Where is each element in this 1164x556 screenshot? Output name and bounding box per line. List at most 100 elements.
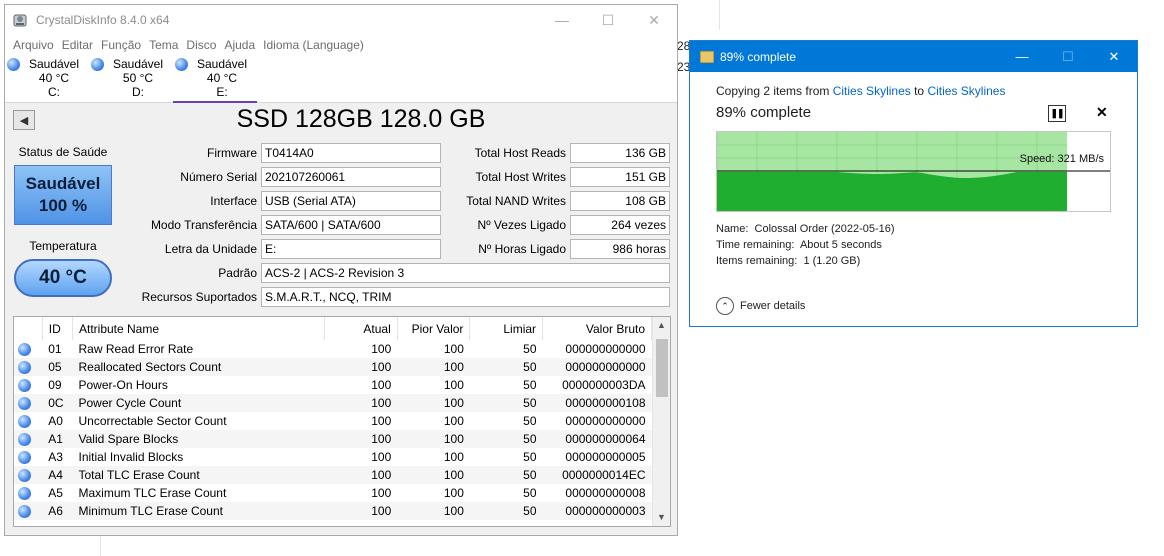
- column-header-atual[interactable]: Atual: [324, 317, 398, 340]
- row-status-cell: [14, 484, 42, 502]
- column-header-id[interactable]: ID: [42, 317, 73, 340]
- table-row[interactable]: A0 Uncorrectable Sector Count 100 100 50 0000…: [14, 412, 652, 430]
- row-status-cell: [14, 412, 42, 430]
- cell-id: A3: [48, 450, 63, 464]
- column-header-pior-valor[interactable]: Pior Valor: [397, 317, 471, 340]
- menu-idioma[interactable]: Idioma (Language): [259, 38, 368, 52]
- fewer-details-label: Fewer details: [740, 300, 806, 312]
- host-reads-value: 136 GB: [570, 143, 670, 163]
- speed-area: [717, 172, 1067, 211]
- table-row[interactable]: A1 Valid Spare Blocks 100 100 50 000000000064: [14, 430, 652, 448]
- row-status-cell: [14, 394, 43, 412]
- scroll-down-icon[interactable]: ▼: [653, 509, 670, 526]
- cell-id: 0C: [42, 394, 73, 412]
- cell-attribute-name: Power Cycle Count: [72, 394, 325, 412]
- column-header-attribute-name[interactable]: Attribute Name: [72, 317, 326, 340]
- column-header-limiar[interactable]: Limiar: [469, 317, 544, 340]
- cell-atual: 100: [371, 486, 392, 500]
- power-on-count-value: 264 vezes: [570, 215, 670, 235]
- disk-selector: Saudável 40 °C C: Saudável 50 °C D: Saud…: [5, 55, 677, 103]
- menu-editar[interactable]: Editar: [58, 38, 97, 52]
- table-row[interactable]: A6 Minimum TLC Erase Count 100 100 50 0000000…: [14, 502, 652, 520]
- host-writes-label: Total Host Writes: [475, 170, 566, 184]
- table-row[interactable]: 01 Raw Read Error Rate 100 100 50 00000000000…: [14, 340, 652, 358]
- minimize-button[interactable]: —: [539, 5, 585, 35]
- items-remaining-label: Items remaining:: [716, 255, 798, 267]
- menu-ajuda[interactable]: Ajuda: [220, 38, 259, 52]
- disk-letter: E:: [216, 85, 228, 99]
- pause-button[interactable]: ❚❚: [1048, 105, 1066, 122]
- status-good-icon: [18, 361, 31, 375]
- cell-limiar: 50: [469, 358, 543, 376]
- nand-writes-value: 108 GB: [570, 191, 670, 211]
- previous-disk-button[interactable]: ◀: [13, 110, 35, 130]
- title-bar[interactable]: CrystalDiskInfo 8.4.0 x64 — ☐ ✕: [5, 5, 677, 35]
- source-folder-link[interactable]: Cities Skylines: [833, 84, 911, 98]
- row-status-cell: [14, 340, 42, 358]
- table-row[interactable]: 0C Power Cycle Count 100 100 50 000000000108: [14, 394, 652, 412]
- table-row[interactable]: A5 Maximum TLC Erase Count 100 100 50 0000000…: [14, 484, 652, 502]
- menu-funcao[interactable]: Função: [97, 38, 145, 52]
- cell-atual: 100: [324, 358, 398, 376]
- disk-tab-c[interactable]: Saudável 40 °C C:: [5, 55, 89, 103]
- table-row[interactable]: 05 Reallocated Sectors Count 100 100 50 00000…: [14, 358, 652, 376]
- health-good-icon: [7, 58, 20, 71]
- cell-id: 09: [48, 378, 62, 392]
- folder-copy-icon: [700, 50, 714, 63]
- table-header-row: ID Attribute Name Atual Pior Valor Limia…: [14, 317, 652, 340]
- cancel-copy-button[interactable]: ✕: [1096, 104, 1108, 121]
- interface-value: USB (Serial ATA): [261, 191, 441, 211]
- cell-id: A6: [42, 502, 73, 520]
- maximize-button[interactable]: ☐: [585, 5, 631, 35]
- column-header-valor-bruto[interactable]: Valor Bruto: [542, 317, 652, 340]
- disk-letter: D:: [132, 85, 144, 99]
- desktop: 28 23 CrystalDiskInfo 8.4.0 x64 — ☐ ✕ Ar…: [0, 0, 1164, 556]
- disk-temp: 50 °C: [122, 71, 154, 85]
- table-row[interactable]: A3 Initial Invalid Blocks 100 100 50 00000000…: [14, 448, 652, 466]
- serial-value: 202107260061: [261, 167, 441, 187]
- disk-letter: C:: [48, 85, 60, 99]
- copy-source-destination: Copying 2 items from Cities Skylines to …: [716, 84, 1005, 98]
- cell-valor-bruto: 000000000000: [565, 414, 646, 428]
- health-good-icon: [91, 58, 104, 71]
- cell-pior-valor: 100: [443, 450, 464, 464]
- menu-arquivo[interactable]: Arquivo: [9, 38, 58, 52]
- health-status-button[interactable]: Saudável 100 %: [14, 165, 112, 225]
- cell-atual: 100: [371, 378, 392, 392]
- scrollbar-thumb[interactable]: [656, 339, 668, 397]
- menu-tema[interactable]: Tema: [145, 38, 182, 52]
- table-row[interactable]: A4 Total TLC Erase Count 100 100 50 000000001…: [14, 466, 652, 484]
- disk-tab-e[interactable]: Saudável 40 °C E:: [173, 55, 257, 103]
- health-status-text: Saudável: [25, 174, 101, 193]
- cell-limiar: 50: [469, 394, 543, 412]
- copy-title-bar[interactable]: 89% complete — ☐ ✕: [690, 41, 1137, 72]
- transfer-mode-value: SATA/600 | SATA/600: [261, 215, 441, 235]
- menu-disco[interactable]: Disco: [182, 38, 220, 52]
- status-good-icon: [18, 343, 31, 357]
- destination-folder-link[interactable]: Cities Skylines: [927, 84, 1005, 98]
- name-label: Name:: [716, 223, 749, 235]
- cell-limiar: 50: [469, 430, 543, 448]
- cell-attribute-name: Raw Read Error Rate: [78, 342, 194, 356]
- copy-to-word: to: [910, 84, 928, 98]
- close-button[interactable]: ✕: [631, 5, 677, 35]
- column-header-status[interactable]: [14, 317, 43, 340]
- copy-window-title: 89% complete: [720, 49, 797, 64]
- smart-attribute-table[interactable]: ID Attribute Name Atual Pior Valor Limia…: [13, 316, 671, 527]
- cell-id: A0: [48, 414, 63, 428]
- scroll-up-icon[interactable]: ▲: [653, 317, 670, 334]
- disk-temp: 40 °C: [206, 71, 238, 85]
- row-status-cell: [14, 376, 42, 394]
- firmware-value: T0414A0: [261, 143, 441, 163]
- standard-label: Padrão: [218, 266, 257, 280]
- fewer-details-button[interactable]: ⌃ Fewer details: [716, 297, 805, 315]
- temperature-button[interactable]: 40 °C: [14, 259, 112, 297]
- disk-tab-d[interactable]: Saudável 50 °C D:: [89, 55, 173, 103]
- copy-close-button[interactable]: ✕: [1091, 41, 1137, 72]
- table-row[interactable]: 09 Power-On Hours 100 100 50 0000000003DA: [14, 376, 652, 394]
- copy-minimize-button[interactable]: —: [999, 41, 1045, 72]
- power-on-hours-value: 986 horas: [570, 239, 670, 259]
- vertical-scrollbar[interactable]: ▲ ▼: [652, 317, 670, 526]
- status-good-icon: [18, 469, 31, 483]
- items-remaining-value: 1 (1.20 GB): [803, 255, 861, 267]
